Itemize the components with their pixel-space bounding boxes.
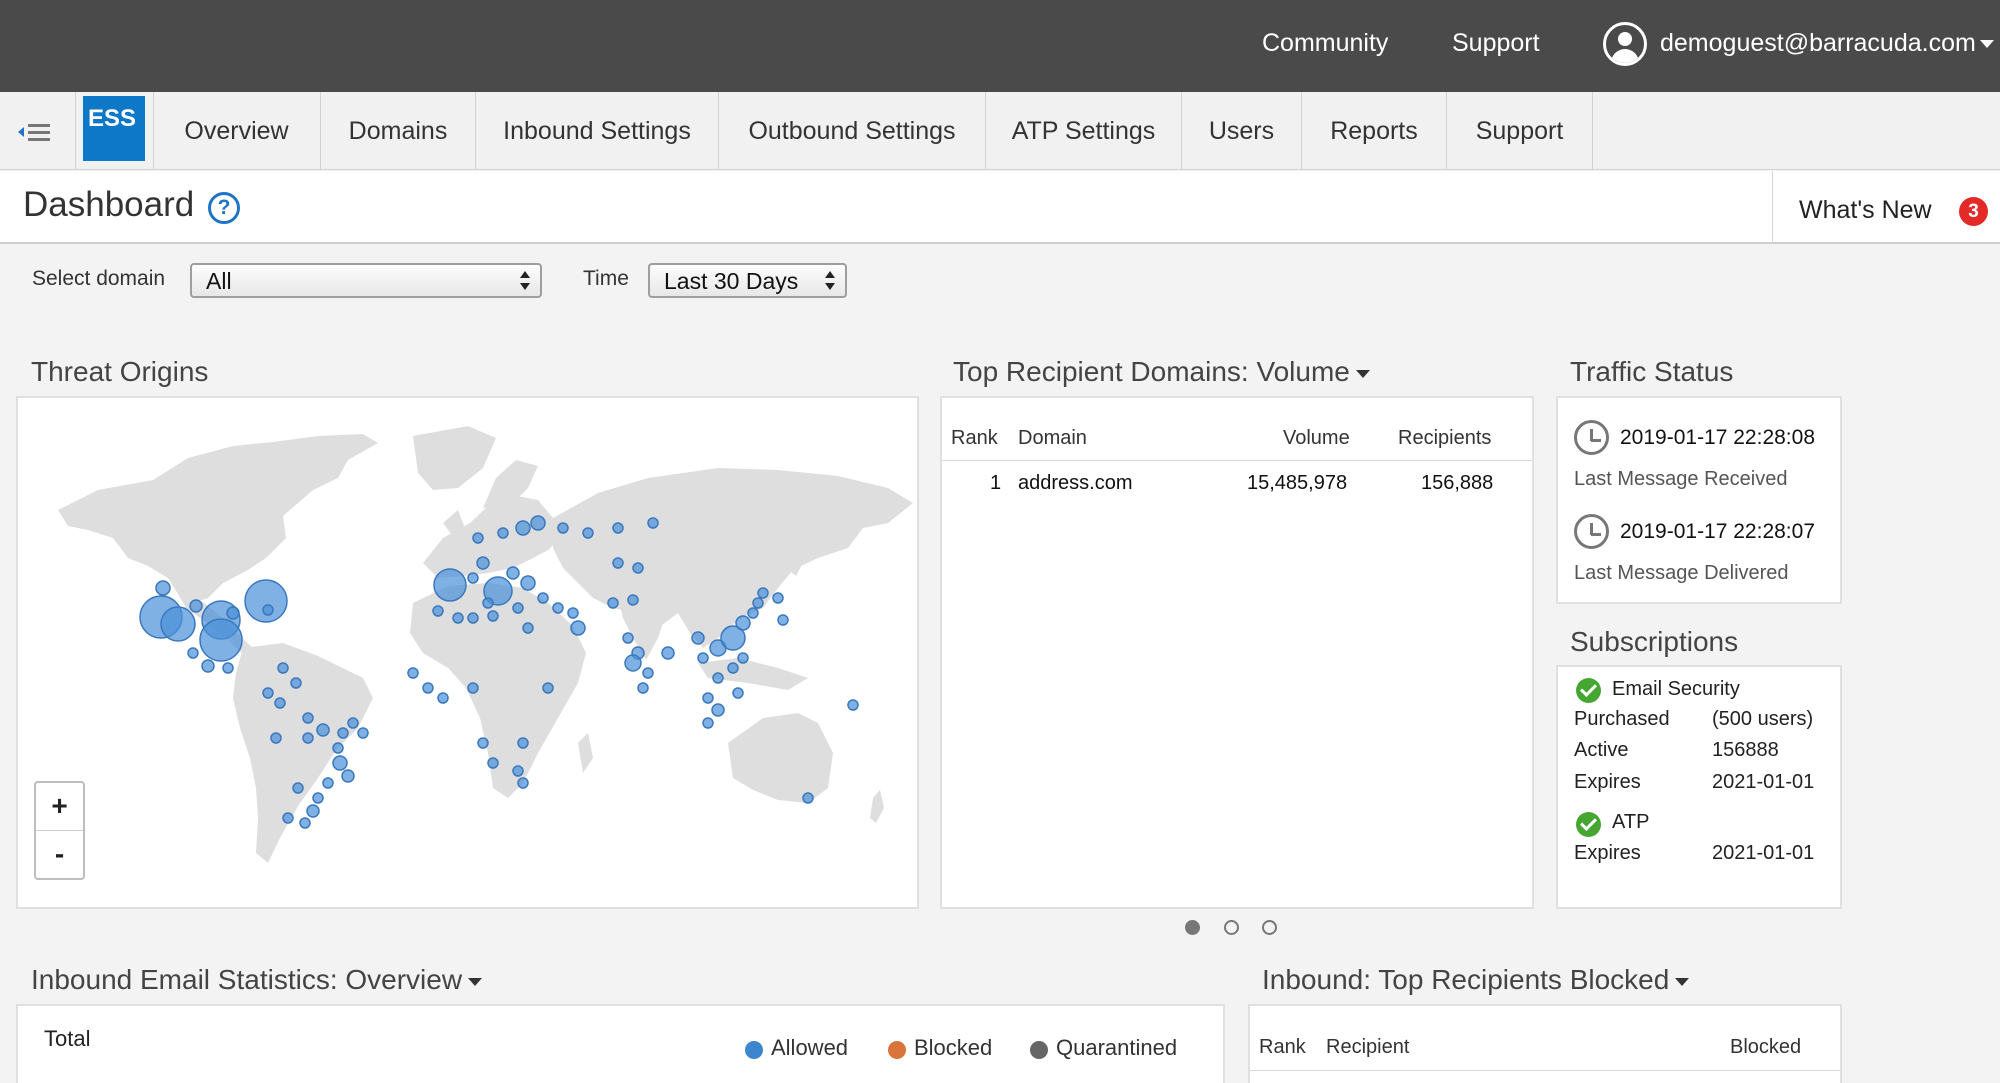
col-volume[interactable]: Volume — [1283, 427, 1350, 450]
world-map[interactable] — [18, 398, 917, 907]
clock-icon — [1574, 514, 1609, 549]
user-avatar-icon[interactable] — [1603, 22, 1647, 66]
collapse-menu-icon[interactable] — [18, 122, 52, 142]
subscriptions-panel: Email Security Purchased (500 users) Act… — [1556, 665, 1842, 909]
tab-support[interactable]: Support — [1447, 92, 1593, 170]
whats-new-link[interactable]: What's New — [1799, 196, 1932, 225]
threat-origins-panel — [16, 396, 919, 909]
allowed-legend[interactable]: Allowed — [771, 1035, 848, 1061]
allowed-legend-dot — [745, 1041, 763, 1059]
traffic-status-title: Traffic Status — [1570, 356, 1734, 387]
check-icon — [1576, 678, 1601, 703]
zoom-out-button[interactable]: - — [36, 831, 83, 879]
ess-logo[interactable]: ESS — [83, 96, 145, 161]
atp-label: ATP — [1612, 811, 1650, 833]
purchased-label: Purchased — [1574, 708, 1670, 730]
last-delivered-time: 2019-01-17 22:28:07 — [1620, 520, 1815, 543]
blocked-legend-dot — [888, 1041, 906, 1059]
traffic-status-panel: 2019-01-17 22:28:08 Last Message Receive… — [1556, 396, 1842, 604]
quarantined-legend-dot — [1030, 1041, 1048, 1059]
expires-label: Expires — [1574, 771, 1641, 793]
top-domains-panel: Rank Domain Volume Recipients 1 address.… — [940, 396, 1534, 909]
select-arrows-icon — [520, 271, 530, 291]
total-label: Total — [44, 1026, 91, 1051]
last-delivered-label: Last Message Delivered — [1574, 562, 1789, 584]
page-header: Dashboard — [0, 171, 2000, 244]
domain-filter-label: Select domain — [32, 267, 166, 290]
main-nav: ESS Overview Domains Inbound Settings Ou… — [0, 92, 2000, 170]
top-bar: Community Support demoguest@barracuda.co… — [0, 0, 2000, 92]
col-blocked[interactable]: Blocked — [1730, 1036, 1801, 1059]
expires-value: 2021-01-01 — [1712, 771, 1815, 793]
notification-badge: 3 — [1959, 197, 1988, 226]
tab-outbound-settings[interactable]: Outbound Settings — [719, 92, 986, 170]
pager-dot-1[interactable] — [1185, 920, 1200, 935]
page-title: Dashboard — [23, 185, 195, 224]
map-zoom-control: + - — [34, 781, 85, 880]
pager-dot-3[interactable] — [1262, 920, 1277, 935]
blocked-legend[interactable]: Blocked — [914, 1035, 992, 1061]
chevron-down-icon[interactable] — [1980, 40, 1994, 48]
time-select[interactable]: Last 30 Days — [648, 263, 847, 298]
domain-select[interactable]: All — [190, 263, 542, 298]
zoom-in-button[interactable]: + — [36, 783, 83, 831]
clock-icon — [1574, 420, 1609, 455]
email-security-label: Email Security — [1612, 678, 1740, 700]
tab-overview[interactable]: Overview — [153, 92, 321, 170]
tab-reports[interactable]: Reports — [1302, 92, 1447, 170]
col-recipients[interactable]: Recipients — [1398, 427, 1491, 450]
atp-expires-value: 2021-01-01 — [1712, 842, 1815, 864]
top-blocked-panel: Rank Recipient Blocked — [1248, 1004, 1842, 1083]
col-rank[interactable]: Rank — [1259, 1036, 1306, 1059]
col-domain[interactable]: Domain — [1018, 427, 1087, 450]
chevron-down-icon[interactable] — [1675, 977, 1690, 986]
support-link[interactable]: Support — [1452, 29, 1540, 58]
land-masses — [58, 426, 913, 863]
community-link[interactable]: Community — [1262, 29, 1388, 58]
chevron-down-icon[interactable] — [1355, 369, 1370, 378]
last-received-time: 2019-01-17 22:28:08 — [1620, 426, 1815, 449]
atp-expires-label: Expires — [1574, 842, 1641, 864]
active-label: Active — [1574, 739, 1629, 761]
time-filter-label: Time — [583, 267, 629, 290]
col-recipient[interactable]: Recipient — [1326, 1036, 1409, 1059]
tab-users[interactable]: Users — [1182, 92, 1302, 170]
col-rank[interactable]: Rank — [951, 427, 998, 450]
threat-origins-title: Threat Origins — [31, 356, 209, 387]
chevron-down-icon[interactable] — [468, 977, 483, 986]
tab-inbound-settings[interactable]: Inbound Settings — [476, 92, 719, 170]
pager-dot-2[interactable] — [1224, 920, 1239, 935]
purchased-value: (500 users) — [1712, 708, 1814, 730]
check-icon — [1576, 812, 1601, 837]
last-received-label: Last Message Received — [1574, 468, 1788, 490]
top-blocked-title[interactable]: Inbound: Top Recipients Blocked — [1262, 964, 1690, 996]
inbound-stats-title[interactable]: Inbound Email Statistics: Overview — [31, 964, 483, 996]
select-arrows-icon — [825, 271, 835, 291]
help-icon[interactable]: ? — [208, 192, 240, 224]
top-domains-title[interactable]: Top Recipient Domains: Volume — [953, 356, 1370, 388]
quarantined-legend[interactable]: Quarantined — [1056, 1035, 1177, 1061]
active-value: 156888 — [1712, 739, 1779, 761]
tab-atp-settings[interactable]: ATP Settings — [986, 92, 1182, 170]
user-email-menu[interactable]: demoguest@barracuda.com — [1660, 29, 1976, 58]
tab-domains[interactable]: Domains — [321, 92, 476, 170]
subscriptions-title: Subscriptions — [1570, 626, 1739, 657]
